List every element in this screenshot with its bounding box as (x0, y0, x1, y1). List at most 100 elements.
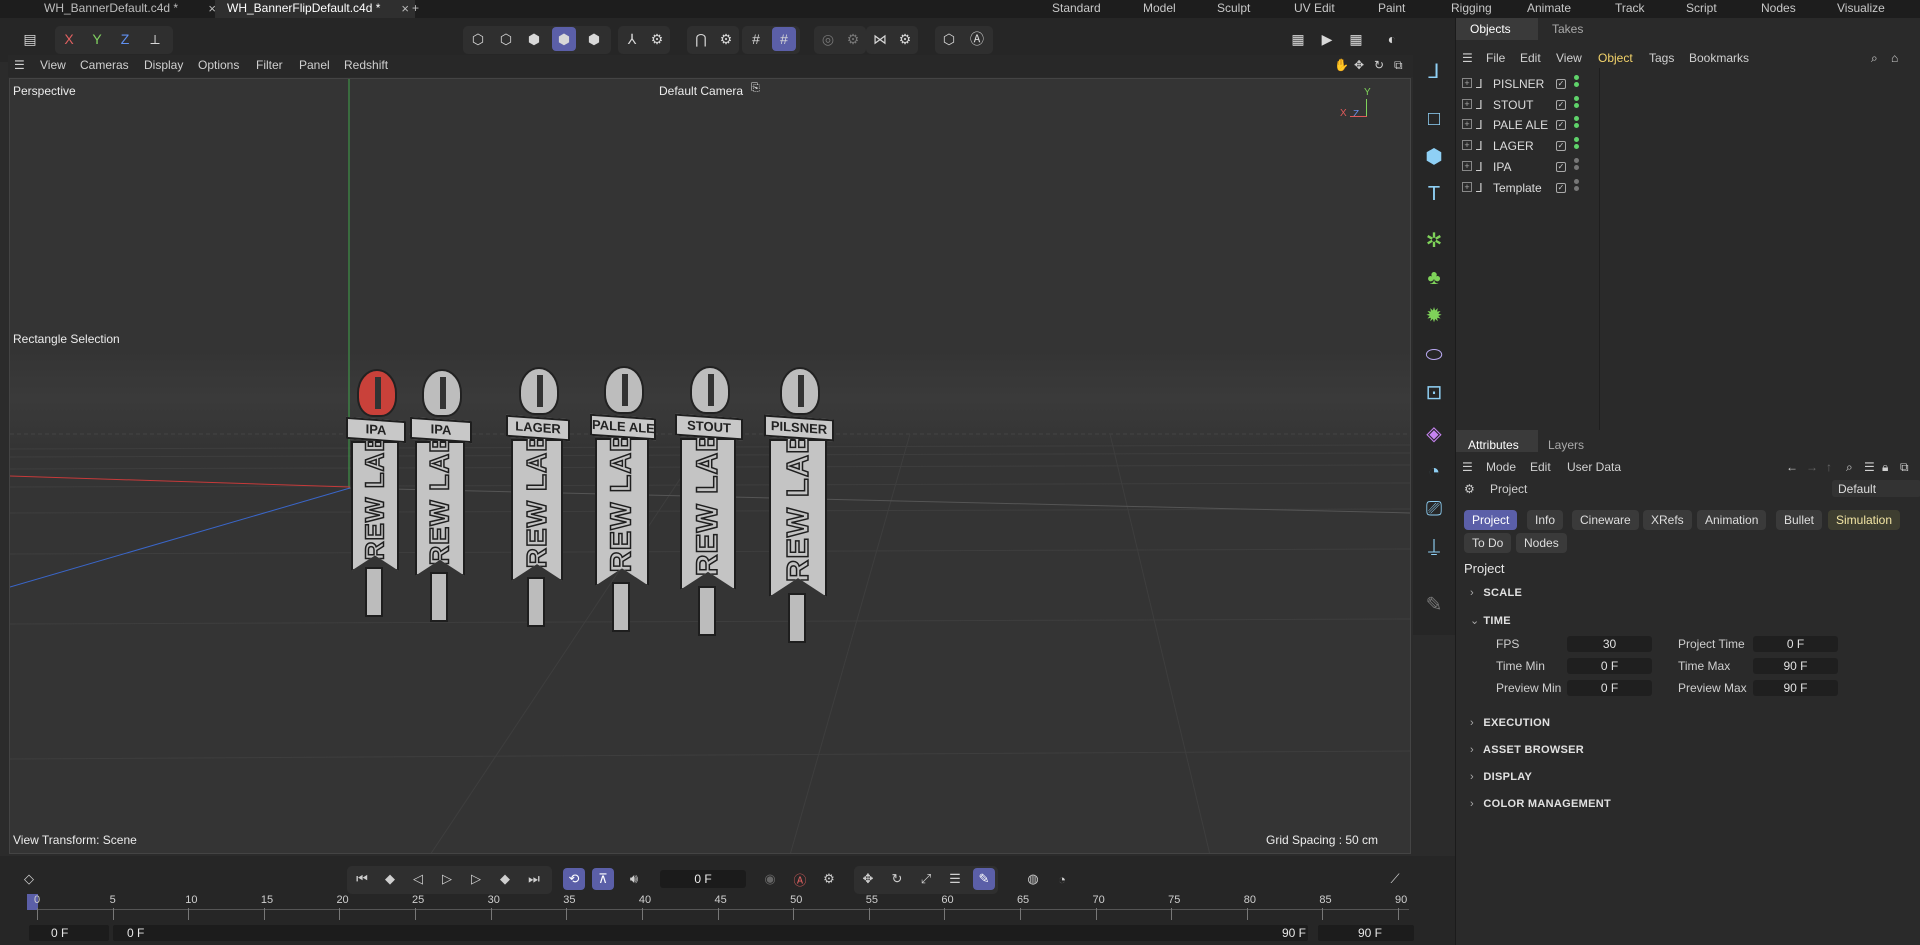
layout-nodes[interactable]: Nodes (1761, 0, 1796, 18)
z-axis-lock-button[interactable]: Z (113, 27, 137, 51)
key-position-icon[interactable]: ✥ (857, 868, 879, 890)
symmetry-icon[interactable]: ⋈ (868, 27, 892, 51)
new-tab-button[interactable]: + (408, 0, 432, 18)
menu-cameras[interactable]: Cameras (80, 58, 129, 72)
move-view-icon[interactable]: ✥ (1354, 58, 1364, 72)
enable-check-icon[interactable]: ✓ (1556, 141, 1566, 152)
polygons-mode-icon[interactable]: ⬢ (522, 27, 546, 51)
camera-icon[interactable]: ⎘ (751, 82, 760, 95)
tap-handle[interactable]: LAGER BREW LAB (506, 367, 572, 629)
layout-standard[interactable]: Standard (1052, 0, 1101, 18)
visibility-dots-icon[interactable] (1574, 116, 1579, 130)
menu-user-data[interactable]: User Data (1567, 460, 1621, 474)
cloner-icon[interactable]: ♣ (1421, 265, 1447, 291)
preview-range-icon[interactable]: ⊼ (592, 868, 614, 890)
model-mode-icon[interactable]: ⬢ (552, 27, 576, 51)
menu-edit[interactable]: Edit (1530, 460, 1551, 474)
expand-icon[interactable]: + (1462, 160, 1472, 171)
expand-icon[interactable]: + (1462, 78, 1472, 88)
prev-frame-icon[interactable]: ◁ (407, 868, 429, 890)
end-frame-field[interactable]: 90 F (1318, 925, 1414, 941)
object-row[interactable]: + ⅃ LAGER ✓ (1456, 136, 1920, 156)
key-pla-icon[interactable]: ✎ (973, 868, 995, 890)
y-axis-lock-button[interactable]: Y (85, 27, 109, 51)
file-tab-1[interactable]: WH_BannerDefault.c4d * × (32, 0, 222, 18)
play-icon[interactable]: ▷ (436, 868, 458, 890)
subtab-bullet[interactable]: Bullet (1776, 510, 1823, 530)
object-row[interactable]: + ⅃ Template ✓ (1456, 178, 1920, 198)
snap-settings-icon[interactable]: ⚙ (714, 27, 738, 51)
keyframe-diamond-icon[interactable]: ◇ (18, 868, 40, 890)
section-color-management[interactable]: › COLOR MANAGEMENT (1470, 798, 1611, 810)
lock-icon[interactable]: 🔒︎ (1882, 460, 1888, 475)
enable-check-icon[interactable]: ✓ (1556, 99, 1566, 110)
scene-icon[interactable]: ⊡ (1421, 379, 1447, 405)
goto-end-icon[interactable]: ⏭ (523, 868, 545, 890)
tap-handle[interactable]: STOUT BREW LAB (675, 366, 745, 638)
auto-key-icon[interactable]: Ⓐ (965, 27, 989, 51)
pan-icon[interactable]: ✋ (1334, 58, 1349, 72)
file-tab-2[interactable]: WH_BannerFlipDefault.c4d * × (215, 0, 415, 18)
field-icon[interactable]: ⬭ (1421, 342, 1447, 368)
layout-model[interactable]: Model (1143, 0, 1176, 18)
camera-label[interactable]: Default Camera (659, 84, 743, 98)
generator-icon[interactable]: ✲ (1421, 227, 1447, 253)
rotate-view-icon[interactable]: ↻ (1374, 58, 1384, 72)
enable-check-icon[interactable]: ✓ (1556, 79, 1566, 89)
grid-icon[interactable]: # (744, 27, 768, 51)
visibility-dots-icon[interactable] (1574, 75, 1579, 89)
expand-icon[interactable]: + (1462, 98, 1472, 109)
tab-layers[interactable]: Layers (1548, 438, 1584, 452)
undo-history-icon[interactable]: ▤ (18, 27, 42, 51)
start-frame-field[interactable]: 0 F (29, 925, 109, 941)
layout-animate[interactable]: Animate (1527, 0, 1571, 18)
expand-icon[interactable]: + (1462, 181, 1472, 192)
layout-paint[interactable]: Paint (1378, 0, 1405, 18)
tab-takes[interactable]: Takes (1552, 22, 1583, 36)
edges-mode-icon[interactable]: ⬡ (494, 27, 518, 51)
key-scale-icon[interactable]: ⤢ (915, 868, 937, 890)
light-icon[interactable]: ⍊ (1421, 533, 1447, 559)
section-execution[interactable]: › EXECUTION (1470, 717, 1550, 729)
preview-end-field[interactable]: 90 F (1250, 925, 1310, 941)
loop-icon[interactable]: ⟲ (563, 868, 585, 890)
menu-file[interactable]: File (1486, 51, 1505, 65)
fps-field[interactable]: 30 (1567, 636, 1652, 652)
tap-handle[interactable]: IPA BREW LAB (410, 369, 474, 624)
tweak-icon[interactable]: ⬡ (937, 27, 961, 51)
filter-icon[interactable]: ☰ (1864, 460, 1875, 474)
key-param-icon[interactable]: ☰ (944, 868, 966, 890)
section-time[interactable]: ⌄ TIME (1470, 614, 1511, 627)
text-icon[interactable]: T (1421, 181, 1447, 207)
next-frame-icon[interactable]: ▷ (465, 868, 487, 890)
key-rotation-icon[interactable]: ↻ (886, 868, 908, 890)
axis-settings-icon[interactable]: ⚙ (645, 27, 669, 51)
menu-display[interactable]: Display (144, 58, 183, 72)
preset-dropdown[interactable]: Default (1832, 480, 1920, 497)
x-axis-lock-button[interactable]: X (57, 27, 81, 51)
search-icon[interactable]: ⌕ (1871, 51, 1878, 66)
record-icon[interactable]: ◉ (759, 868, 781, 890)
mograph-icon[interactable]: ◈ (1421, 420, 1447, 446)
tap-handle[interactable]: PILSNER BREW LAB (764, 367, 836, 645)
subtab-simulation[interactable]: Simulation (1828, 510, 1901, 530)
home-icon[interactable]: ⌂ (1891, 51, 1898, 65)
visibility-dots-icon[interactable] (1574, 95, 1579, 110)
layout-sculpt[interactable]: Sculpt (1217, 0, 1250, 18)
environment-icon[interactable]: ◔ (1421, 459, 1447, 485)
tab-objects[interactable]: Objects (1470, 22, 1511, 36)
expand-icon[interactable]: + (1462, 119, 1472, 130)
section-display[interactable]: › DISPLAY (1470, 771, 1532, 783)
points-mode-icon[interactable]: ⬡ (466, 27, 490, 51)
fcurve-icon[interactable]: ⟋ (1384, 868, 1406, 890)
time-min-field[interactable]: 0 F (1567, 658, 1652, 674)
search-icon[interactable]: ⌕ (1846, 460, 1853, 475)
render-settings-icon[interactable]: ▦ (1344, 27, 1368, 51)
menu-view[interactable]: View (1556, 51, 1582, 65)
preview-range-bar[interactable]: 0 F (113, 925, 1308, 941)
pen-icon[interactable]: ✎ (1421, 591, 1447, 617)
section-scale[interactable]: › SCALE (1470, 587, 1522, 599)
menu-filter[interactable]: Filter (256, 58, 283, 72)
next-key-icon[interactable]: ◆ (494, 868, 516, 890)
project-time-field[interactable]: 0 F (1753, 636, 1838, 652)
